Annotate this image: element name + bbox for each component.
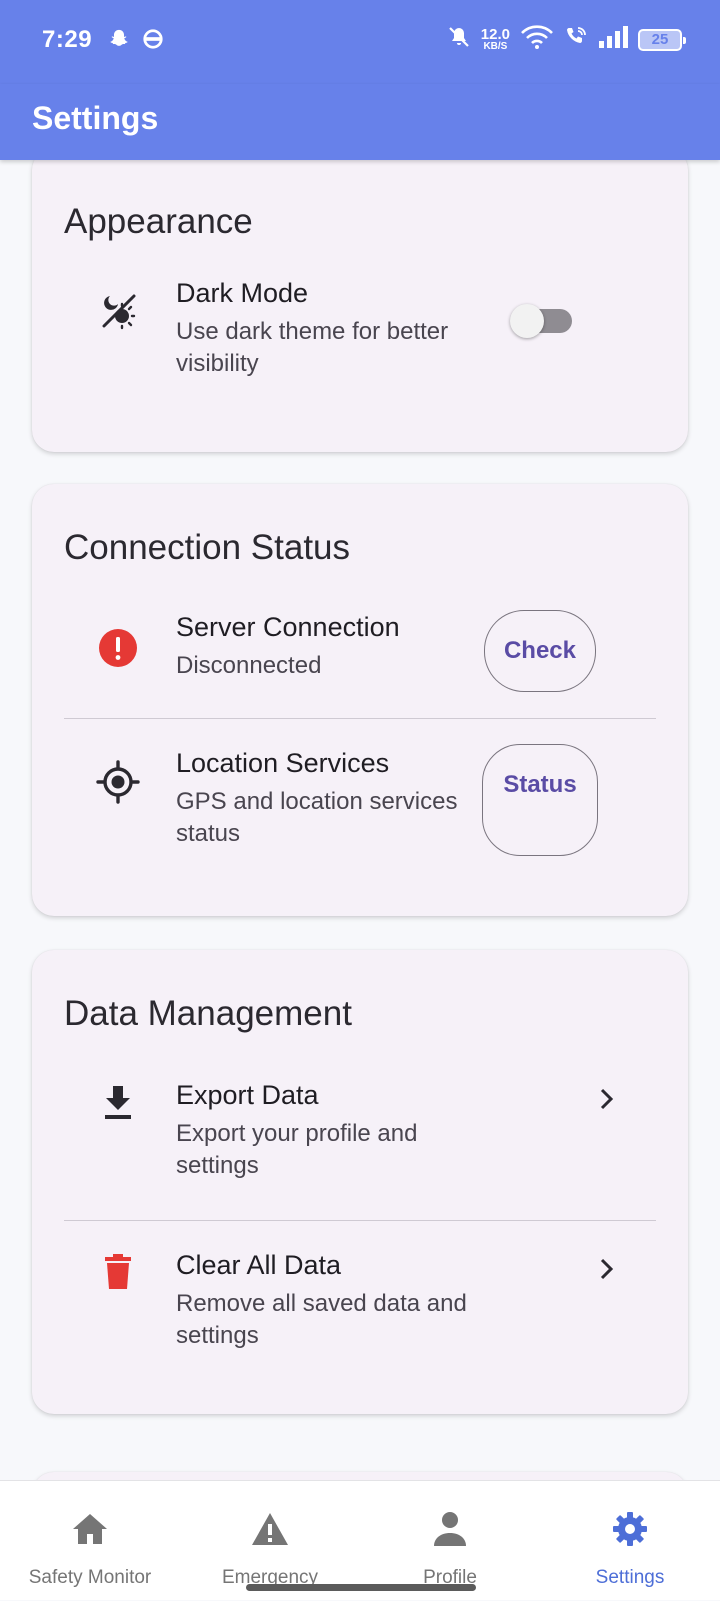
status-button[interactable]: Status [482,744,598,856]
clear-all-data-subtitle: Remove all saved data and settings [176,1290,467,1349]
gps-icon [96,760,140,804]
app-bar: Settings [0,84,720,160]
appearance-title: Appearance [64,202,253,241]
dark-mode-title: Dark Mode [176,278,309,308]
clear-all-data-title: Clear All Data [176,1250,342,1280]
appearance-card: Appearance Dark Mode Use dark theme for … [32,160,688,452]
home-icon [70,1509,110,1549]
server-connection-title: Server Connection [176,612,400,642]
location-services-row: Location Services GPS and location servi… [32,744,688,886]
settings-list[interactable]: Appearance Dark Mode Use dark theme for … [0,160,720,1480]
mute-bell-icon [447,25,471,54]
nav-profile[interactable]: Profile [360,1481,540,1601]
wifi-call-icon [564,25,588,54]
server-connection-status: Disconnected [176,652,322,679]
location-services-title: Location Services [176,748,390,778]
nav-label: Safety Monitor [28,1567,152,1588]
data-management-title: Data Management [64,994,352,1033]
export-data-row[interactable]: Export Data Export your profile and sett… [32,1078,688,1208]
data-management-card: Data Management Export Data Export your … [32,950,688,1414]
download-icon [96,1080,140,1124]
location-services-subtitle: GPS and location services status [176,788,458,847]
dark-mode-icon [96,288,140,332]
signal-icon [598,25,628,54]
wifi-icon [520,24,554,55]
next-card [32,1472,688,1480]
divider [64,718,656,719]
nav-safety-monitor[interactable]: Safety Monitor [0,1481,180,1601]
trash-icon [96,1250,140,1294]
vpn-icon [142,28,164,55]
chevron-right-icon [592,1084,622,1114]
page-title: Settings [32,100,159,136]
export-data-subtitle: Export your profile and settings [176,1120,418,1179]
divider [64,1220,656,1221]
gear-icon [610,1509,650,1549]
person-icon [430,1509,470,1549]
dark-mode-row[interactable]: Dark Mode Use dark theme for better visi… [32,268,688,408]
bottom-navigation: Safety Monitor Emergency Profile Setting… [0,1480,720,1600]
chevron-right-icon [592,1254,622,1284]
snapchat-icon [108,28,130,55]
warning-icon [250,1509,290,1549]
nav-emergency[interactable]: Emergency [180,1481,360,1601]
server-connection-row: Server Connection Disconnected Check [32,610,688,714]
gesture-bar[interactable] [246,1584,476,1591]
dark-mode-subtitle: Use dark theme for better visibility [176,318,449,377]
status-time: 7:29 [42,26,93,53]
error-icon [96,626,140,670]
export-data-title: Export Data [176,1080,319,1110]
net-speed: 12.0 KB/S [480,26,510,52]
nav-label: Settings [595,1567,665,1588]
dark-mode-toggle[interactable] [510,304,574,338]
check-button[interactable]: Check [484,610,596,692]
status-bar: 7:29 12.0 KB/S 25 [0,0,720,84]
battery-icon: 25 [638,28,686,51]
nav-settings[interactable]: Settings [540,1481,720,1601]
connection-status-title: Connection Status [64,528,351,567]
connection-status-card: Connection Status Server Connection Disc… [32,484,688,916]
clear-all-data-row[interactable]: Clear All Data Remove all saved data and… [32,1248,688,1378]
